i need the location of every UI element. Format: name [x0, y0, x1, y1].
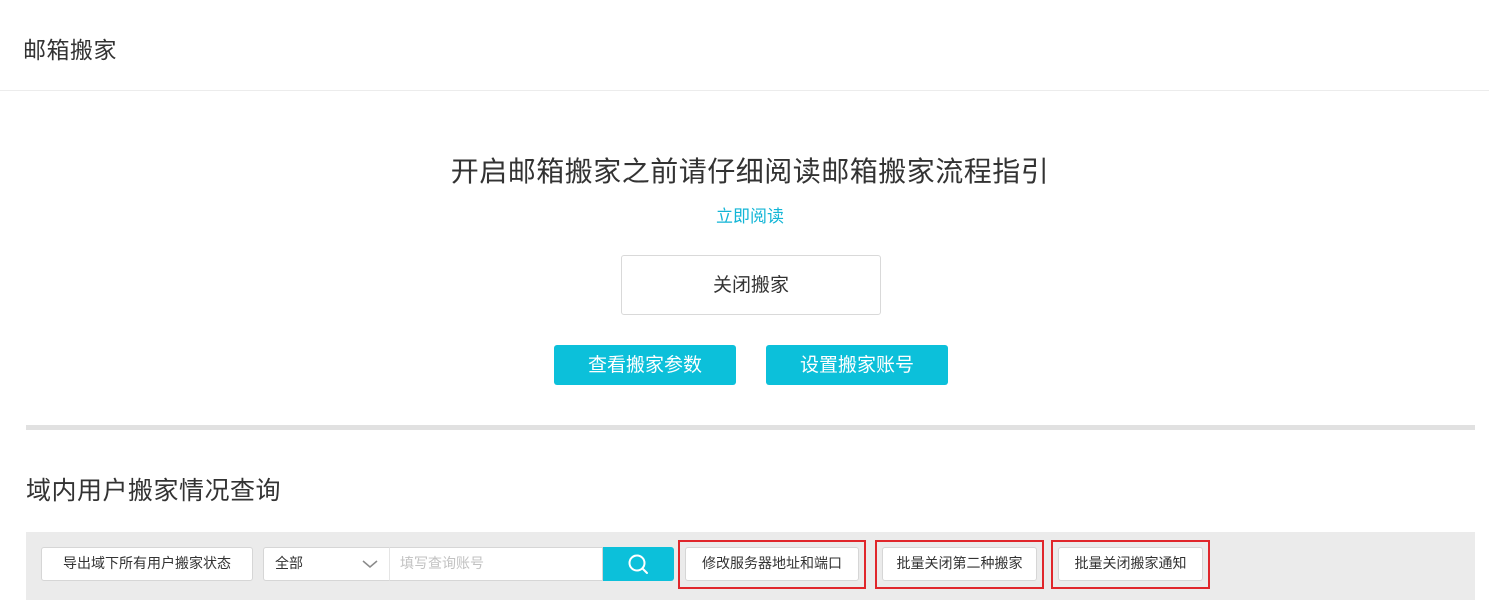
set-migration-account-button[interactable]: 设置搬家账号: [766, 345, 948, 385]
close-migration-button[interactable]: 关闭搬家: [621, 255, 881, 315]
modify-server-address-button[interactable]: 修改服务器地址和端口: [685, 547, 859, 581]
export-status-button[interactable]: 导出域下所有用户搬家状态: [41, 547, 253, 581]
section-divider: [26, 425, 1475, 430]
search-icon: [628, 554, 648, 574]
batch-close-second-migration-button[interactable]: 批量关闭第二种搬家: [882, 547, 1037, 581]
search-button[interactable]: [603, 547, 674, 581]
mail-migration-page: 邮箱搬家 开启邮箱搬家之前请仔细阅读邮箱搬家流程指引 立即阅读 关闭搬家 查看搬…: [0, 0, 1489, 600]
page-title: 邮箱搬家: [23, 38, 117, 64]
status-filter-value: 全部: [275, 556, 303, 572]
account-search-input[interactable]: [389, 547, 603, 581]
read-guide-link[interactable]: 立即阅读: [0, 202, 1489, 227]
chevron-down-icon: [362, 560, 378, 568]
page-header: 邮箱搬家: [0, 0, 1489, 91]
view-migration-params-button[interactable]: 查看搬家参数: [554, 345, 736, 385]
query-section-title: 域内用户搬家情况查询: [26, 476, 282, 505]
batch-close-migration-notice-button[interactable]: 批量关闭搬家通知: [1058, 547, 1203, 581]
status-filter-select[interactable]: 全部: [263, 547, 389, 581]
migration-notice: 开启邮箱搬家之前请仔细阅读邮箱搬家流程指引: [450, 155, 1050, 188]
